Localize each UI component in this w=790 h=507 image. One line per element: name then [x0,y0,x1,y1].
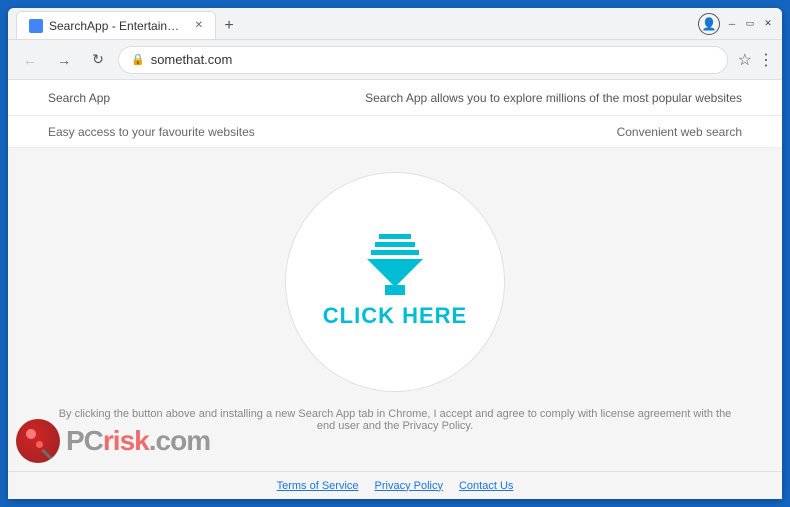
tab-area: SearchApp - Entertainm... ✕ + [16,8,698,39]
contact-link[interactable]: Contact Us [459,480,513,492]
address-bar[interactable]: 🔒 somethat.com [118,46,728,74]
terms-link[interactable]: Terms of Service [277,480,359,492]
footer: Terms of Service Privacy Policy Contact … [8,471,782,499]
click-here-label[interactable]: CLICK HERE [323,303,467,329]
dl-line-1 [379,234,411,239]
lock-icon: 🔒 [131,53,145,66]
profile-icon[interactable]: 👤 [698,13,720,35]
window-controls: 👤 ─ ▭ ✕ [698,13,774,35]
titlebar: SearchApp - Entertainm... ✕ + 👤 ─ ▭ ✕ [8,8,782,40]
dl-arrow [367,259,423,287]
feature-left: Easy access to your favourite websites [48,125,255,139]
addressbar: ← → ↻ 🔒 somethat.com ☆ ⋮ [8,40,782,80]
app-name: Search App [48,91,110,105]
features-row: Easy access to your favourite websites C… [8,116,782,148]
tab-close-button[interactable]: ✕ [195,20,203,31]
restore-button[interactable]: ▭ [744,18,756,30]
privacy-link[interactable]: Privacy Policy [375,480,443,492]
disclaimer-text: By clicking the button above and install… [8,392,782,448]
minimize-button[interactable]: ─ [726,18,738,30]
download-lines [371,234,419,255]
browser-window: SearchApp - Entertainm... ✕ + 👤 ─ ▭ ✕ ← … [8,8,782,499]
download-icon [367,234,423,295]
app-toolbar: Search App Search App allows you to expl… [8,80,782,116]
new-tab-button[interactable]: + [216,13,242,39]
bookmark-icon[interactable]: ☆ [738,50,752,70]
dl-line-2 [375,242,415,247]
tab-title: SearchApp - Entertainm... [49,19,185,33]
main-content: CLICK HERE By clicking the button above … [8,148,782,471]
close-button[interactable]: ✕ [762,18,774,30]
magnifier-handle [41,449,54,462]
feature-right: Convenient web search [617,125,742,139]
reload-button[interactable]: ↻ [84,46,112,74]
active-tab[interactable]: SearchApp - Entertainm... ✕ [16,11,216,39]
url-display: somethat.com [151,52,233,67]
tab-favicon [29,19,43,33]
cta-circle[interactable]: CLICK HERE [285,172,505,392]
dl-line-3 [371,250,419,255]
dl-stem [385,285,405,295]
forward-button[interactable]: → [50,46,78,74]
app-description: Search App allows you to explore million… [365,91,742,105]
back-button[interactable]: ← [16,46,44,74]
menu-icon[interactable]: ⋮ [758,50,774,70]
